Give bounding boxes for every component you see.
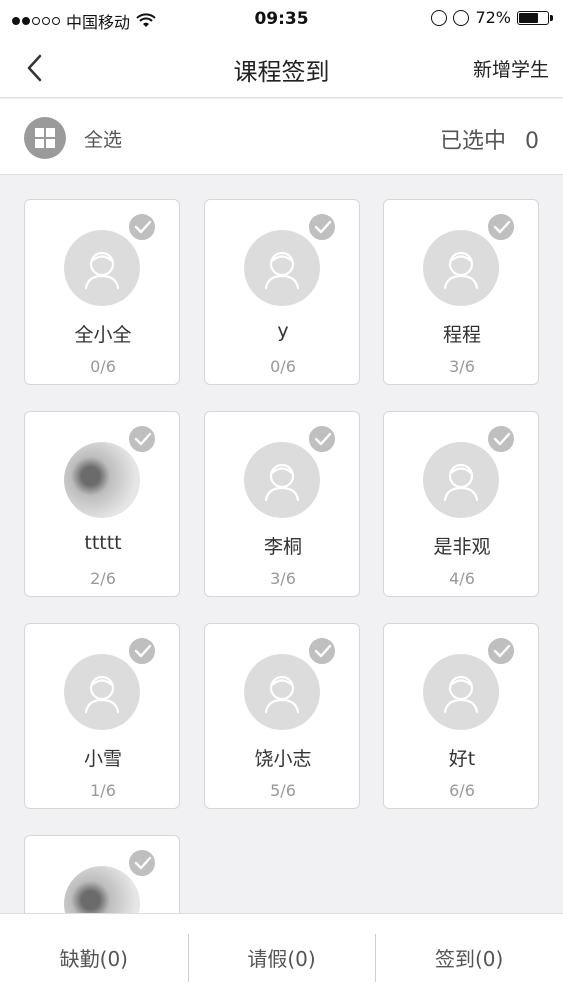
default-avatar-icon bbox=[64, 654, 140, 730]
student-name: 是非观 bbox=[433, 536, 491, 558]
student-name: 小雪 bbox=[83, 748, 122, 770]
default-avatar-icon bbox=[64, 230, 140, 306]
select-all-button[interactable] bbox=[24, 117, 66, 159]
selected-label: 已选中 bbox=[439, 129, 506, 154]
selected-count: 已选中 0 bbox=[440, 123, 539, 155]
attendance-progress: 2/6 bbox=[90, 569, 116, 588]
attendance-progress: 3/6 bbox=[270, 569, 296, 588]
student-name: y bbox=[277, 320, 289, 342]
check-icon[interactable] bbox=[127, 424, 157, 454]
check-icon[interactable] bbox=[127, 212, 157, 242]
student-name: 好t bbox=[448, 748, 476, 770]
student-card[interactable]: 饶小志 5/6 bbox=[204, 623, 360, 809]
student-card[interactable]: y 0/6 bbox=[204, 199, 360, 385]
student-name: 饶小志 bbox=[254, 748, 312, 770]
attendance-progress: 4/6 bbox=[449, 569, 475, 588]
student-grid: 全小全 0/6 y 0/6 程程 3/6 ttttt 2/6 李桐 3/6 是非观 4/6 小雪 1/6 饶… bbox=[0, 176, 563, 913]
student-card[interactable]: 好t 6/6 bbox=[383, 623, 539, 809]
nav-bar: 课程签到 新增学生 bbox=[0, 38, 563, 98]
check-icon[interactable] bbox=[127, 636, 157, 666]
student-card[interactable]: 是非观 4/6 bbox=[383, 411, 539, 597]
select-all-label[interactable]: 全选 bbox=[84, 125, 122, 152]
student-card[interactable]: ttttt 2/6 bbox=[24, 411, 180, 597]
student-photo bbox=[64, 442, 140, 518]
select-all-bar: 全选 已选中 0 bbox=[0, 99, 563, 175]
check-icon[interactable] bbox=[486, 424, 516, 454]
attendance-progress: 3/6 bbox=[449, 357, 475, 376]
attendance-progress: 5/6 bbox=[270, 781, 296, 800]
default-avatar-icon bbox=[244, 230, 320, 306]
battery-percent: 72% bbox=[475, 8, 511, 27]
attendance-progress: 0/6 bbox=[90, 357, 116, 376]
check-icon[interactable] bbox=[486, 212, 516, 242]
absent-button[interactable]: 缺勤(0) bbox=[0, 914, 188, 1000]
check-icon[interactable] bbox=[127, 848, 157, 878]
student-card[interactable]: 程程 3/6 bbox=[383, 199, 539, 385]
rotation-lock-icon bbox=[431, 9, 448, 26]
status-bar: 中国移动 09:35 72% bbox=[0, 0, 563, 38]
status-right: 72% bbox=[431, 8, 553, 27]
battery-icon bbox=[517, 10, 553, 25]
check-icon[interactable] bbox=[307, 636, 337, 666]
student-name: ttttt bbox=[84, 532, 122, 554]
student-photo bbox=[64, 866, 140, 913]
check-icon[interactable] bbox=[486, 636, 516, 666]
default-avatar-icon bbox=[244, 654, 320, 730]
sign-in-button[interactable]: 签到(0) bbox=[375, 914, 563, 1000]
attendance-progress: 1/6 bbox=[90, 781, 116, 800]
bottom-action-bar: 缺勤(0) 请假(0) 签到(0) bbox=[0, 913, 563, 1000]
student-card[interactable] bbox=[24, 835, 180, 913]
student-name: 李桐 bbox=[263, 536, 302, 558]
default-avatar-icon bbox=[423, 230, 499, 306]
alarm-icon bbox=[453, 9, 470, 26]
add-student-button[interactable]: 新增学生 bbox=[473, 55, 549, 82]
divider bbox=[375, 934, 376, 982]
grid-icon bbox=[35, 128, 55, 148]
student-name: 程程 bbox=[442, 324, 481, 346]
leave-button[interactable]: 请假(0) bbox=[188, 914, 376, 1000]
check-icon[interactable] bbox=[307, 424, 337, 454]
default-avatar-icon bbox=[423, 442, 499, 518]
student-card[interactable]: 李桐 3/6 bbox=[204, 411, 360, 597]
student-card[interactable]: 全小全 0/6 bbox=[24, 199, 180, 385]
check-icon[interactable] bbox=[307, 212, 337, 242]
student-name: 全小全 bbox=[74, 324, 132, 346]
divider bbox=[188, 934, 189, 982]
attendance-progress: 0/6 bbox=[270, 357, 296, 376]
selected-number: 0 bbox=[525, 129, 539, 154]
default-avatar-icon bbox=[423, 654, 499, 730]
attendance-progress: 6/6 bbox=[449, 781, 475, 800]
student-card[interactable]: 小雪 1/6 bbox=[24, 623, 180, 809]
default-avatar-icon bbox=[244, 442, 320, 518]
